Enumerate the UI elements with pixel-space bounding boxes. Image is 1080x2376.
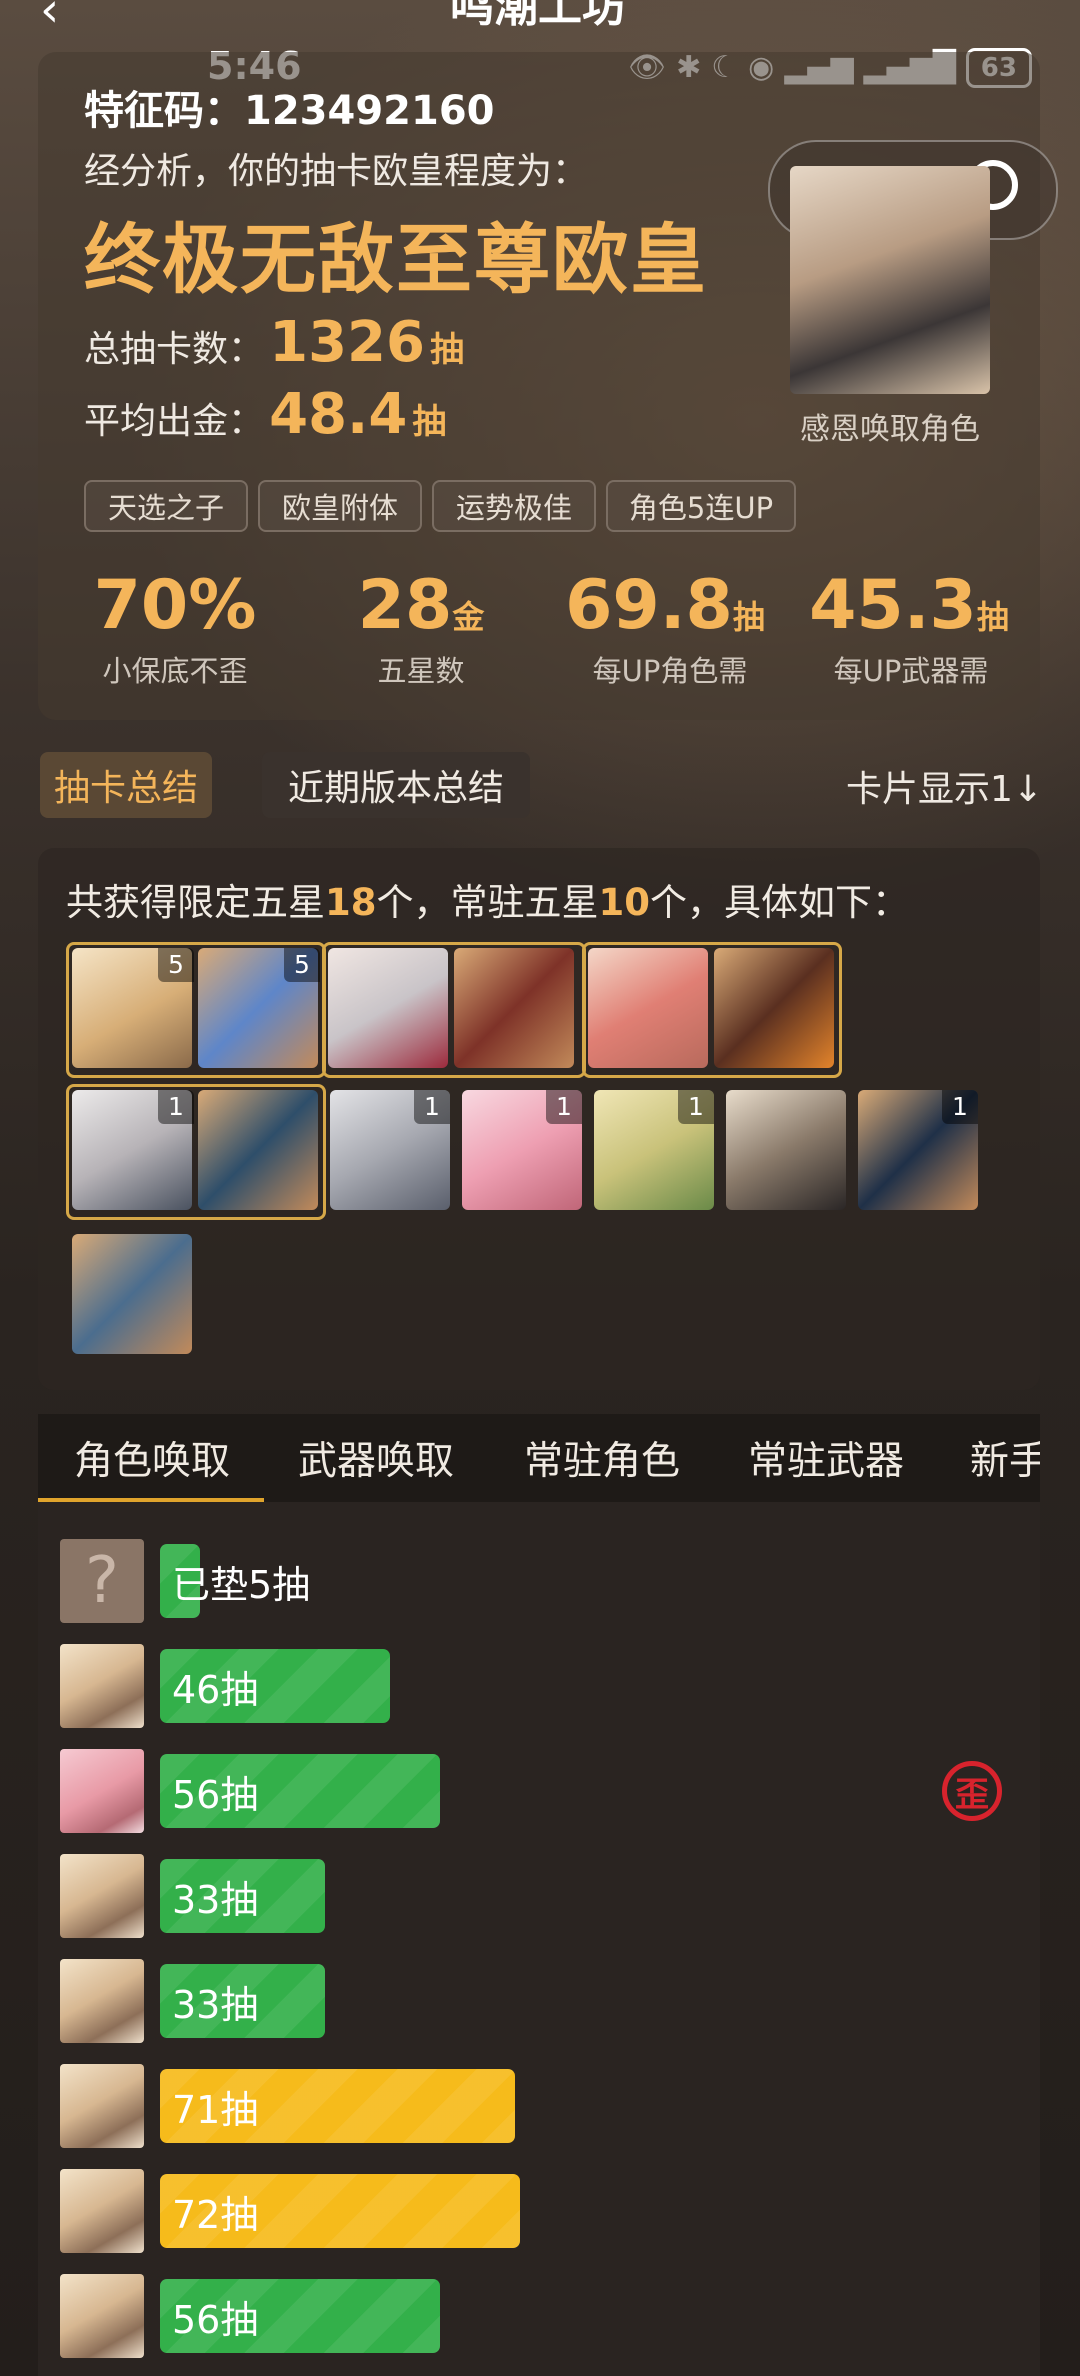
lost-5050-badge: 歪 xyxy=(942,1761,1002,1821)
tab-recent-version-summary[interactable]: 近期版本总结 xyxy=(262,752,530,818)
tag: 角色5连UP xyxy=(606,480,796,532)
character-icon[interactable] xyxy=(328,948,448,1068)
pull-count-label: 56抽 xyxy=(172,2297,259,2342)
record-avatar xyxy=(60,1749,144,1833)
feature-code: 特征码：123492160 xyxy=(84,88,495,134)
pull-count-label: 46抽 xyxy=(172,1667,259,1712)
pull-count-bar: 33抽 xyxy=(160,1964,325,2038)
record-avatar xyxy=(60,1854,144,1938)
tab-beginner[interactable]: 新手 xyxy=(970,1430,1040,1486)
weapon-icon[interactable] xyxy=(72,1234,192,1354)
character-portrait xyxy=(790,166,990,394)
pull-count-label: 33抽 xyxy=(172,1877,259,1922)
tag: 天选之子 xyxy=(84,480,248,532)
card-display-toggle[interactable]: 卡片显示1↓ xyxy=(846,760,1043,812)
pull-count-bar: 56抽 xyxy=(160,1754,440,1828)
back-icon[interactable]: ‹ xyxy=(40,0,59,38)
pull-count-label: 已垫5抽 xyxy=(172,1562,311,1607)
tab-character-pulls[interactable]: 角色唤取 xyxy=(74,1430,230,1486)
metric-value: 69.8抽 xyxy=(565,566,765,645)
record-avatar xyxy=(60,1644,144,1728)
character-icon[interactable] xyxy=(588,948,708,1068)
record-avatar xyxy=(60,2169,144,2253)
constellation-count: 1 xyxy=(158,1090,194,1124)
portrait-caption: 感恩唤取角色 xyxy=(800,412,980,447)
pull-count-bar: 已垫5抽 xyxy=(160,1544,310,1618)
constellation-count: 5 xyxy=(158,948,194,982)
pull-count-bar: 33抽 xyxy=(160,1859,325,1933)
total-pulls: 总抽卡数： 1326 抽 xyxy=(84,310,465,375)
metric-value: 28金 xyxy=(357,566,485,645)
analysis-text: 经分析，你的抽卡欧皇程度为： xyxy=(84,151,589,192)
metric-label: 小保底不歪 xyxy=(102,654,248,688)
luck-rank: 终极无敌至尊欧皇 xyxy=(84,215,708,304)
metric-value: 70% xyxy=(93,566,257,645)
obtained-summary: 共获得限定五星18个，常驻五星10个，具体如下： xyxy=(66,881,909,924)
pull-count-label: 72抽 xyxy=(172,2192,259,2237)
record-avatar: ? xyxy=(60,1539,144,1623)
metric-label: 每UP武器需 xyxy=(833,654,989,688)
constellation-count: 1 xyxy=(414,1090,450,1124)
refine-count: 1 xyxy=(942,1090,978,1124)
pull-count-bar: 46抽 xyxy=(160,1649,390,1723)
metric-label: 每UP角色需 xyxy=(592,654,748,688)
average-pulls: 平均出金： 48.4 抽 xyxy=(84,382,447,447)
pull-count-bar: 72抽 xyxy=(160,2174,520,2248)
constellation-count: 1 xyxy=(546,1090,582,1124)
tag: 欧皇附体 xyxy=(258,480,422,532)
metric-label: 五星数 xyxy=(377,654,465,688)
record-avatar xyxy=(60,1959,144,2043)
pull-count-bar: 56抽 xyxy=(160,2279,440,2353)
character-icon[interactable] xyxy=(726,1090,846,1210)
refine-count: 5 xyxy=(284,948,320,982)
pull-count-label: 56抽 xyxy=(172,1772,259,1817)
weapon-icon[interactable] xyxy=(454,948,574,1068)
tab-standard-character[interactable]: 常驻角色 xyxy=(524,1430,680,1486)
record-avatar xyxy=(60,2274,144,2358)
pull-count-label: 71抽 xyxy=(172,2087,259,2132)
tab-weapon-pulls[interactable]: 武器唤取 xyxy=(298,1430,454,1486)
record-avatar xyxy=(60,2064,144,2148)
tab-standard-weapon[interactable]: 常驻武器 xyxy=(748,1430,904,1486)
constellation-count: 1 xyxy=(678,1090,714,1124)
weapon-icon[interactable] xyxy=(198,1090,318,1210)
metric-value: 45.3抽 xyxy=(809,566,1009,645)
pull-count-label: 33抽 xyxy=(172,1982,259,2027)
weapon-icon[interactable] xyxy=(714,948,834,1068)
pull-count-bar: 71抽 xyxy=(160,2069,515,2143)
tab-pull-summary[interactable]: 抽卡总结 xyxy=(40,752,212,818)
page-title: 鸣潮工坊 xyxy=(450,0,626,32)
tag: 运势极佳 xyxy=(432,480,596,532)
